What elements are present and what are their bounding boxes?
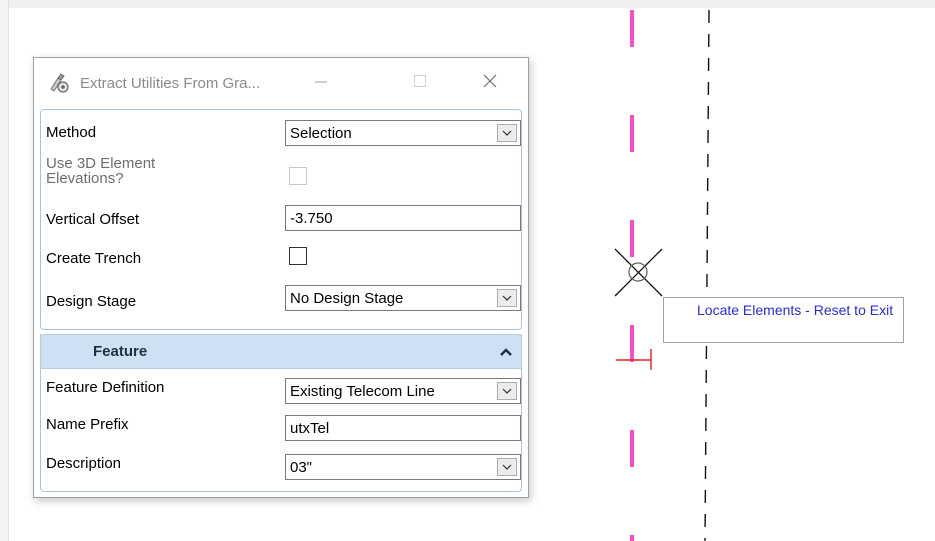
chevron-down-icon[interactable] bbox=[497, 458, 517, 476]
create-trench-checkbox[interactable] bbox=[289, 247, 307, 265]
feature-definition-select[interactable]: Existing Telecom Line bbox=[285, 378, 521, 404]
feature-definition-value: Existing Telecom Line bbox=[290, 383, 435, 400]
design-stage-value: No Design Stage bbox=[290, 290, 404, 307]
feature-definition-label: Feature Definition bbox=[46, 379, 165, 396]
method-value: Selection bbox=[290, 125, 352, 142]
feature-section-header[interactable]: Feature bbox=[40, 334, 522, 369]
method-select[interactable]: Selection bbox=[285, 120, 521, 146]
vertical-offset-value: -3.750 bbox=[290, 210, 333, 227]
use-3d-label: Use 3D Element Elevations? bbox=[46, 155, 156, 187]
reference-line bbox=[704, 9, 710, 541]
general-panel: Method Selection Use 3D Element Elevatio… bbox=[40, 109, 522, 330]
vertical-offset-label: Vertical Offset bbox=[46, 211, 140, 228]
name-prefix-value: utxTel bbox=[290, 420, 330, 437]
feature-section-title: Feature bbox=[93, 343, 148, 360]
description-value: 03" bbox=[290, 459, 313, 476]
maximize-icon bbox=[414, 75, 426, 87]
maximize-button[interactable] bbox=[391, 58, 449, 104]
chevron-down-icon[interactable] bbox=[497, 382, 517, 400]
method-label: Method bbox=[46, 124, 97, 141]
extract-utilities-app-icon bbox=[48, 72, 70, 94]
extract-utilities-dialog[interactable]: Extract Utilities From Gra... Method Sel… bbox=[33, 57, 529, 498]
create-trench-label: Create Trench bbox=[46, 250, 142, 267]
locate-tooltip: Locate Elements - Reset to Exit bbox=[663, 297, 904, 343]
close-icon bbox=[483, 74, 497, 88]
chevron-down-icon[interactable] bbox=[497, 124, 517, 142]
description-label: Description bbox=[46, 455, 122, 472]
chevron-down-icon[interactable] bbox=[497, 289, 517, 307]
vertical-offset-input[interactable]: -3.750 bbox=[285, 205, 521, 231]
chevron-up-icon[interactable] bbox=[499, 345, 513, 359]
design-stage-label: Design Stage bbox=[46, 293, 137, 310]
use-3d-checkbox[interactable] bbox=[289, 167, 307, 185]
minimize-icon bbox=[315, 81, 327, 83]
locate-cursor bbox=[614, 248, 663, 297]
name-prefix-input[interactable]: utxTel bbox=[285, 415, 521, 441]
dialog-title: Extract Utilities From Gra... bbox=[80, 75, 261, 92]
dialog-titlebar[interactable]: Extract Utilities From Gra... bbox=[34, 58, 528, 110]
description-select[interactable]: 03" bbox=[285, 454, 521, 480]
close-button[interactable] bbox=[461, 58, 519, 104]
name-prefix-label: Name Prefix bbox=[46, 416, 129, 433]
design-stage-select[interactable]: No Design Stage bbox=[285, 285, 521, 311]
minimize-button[interactable] bbox=[292, 58, 350, 104]
